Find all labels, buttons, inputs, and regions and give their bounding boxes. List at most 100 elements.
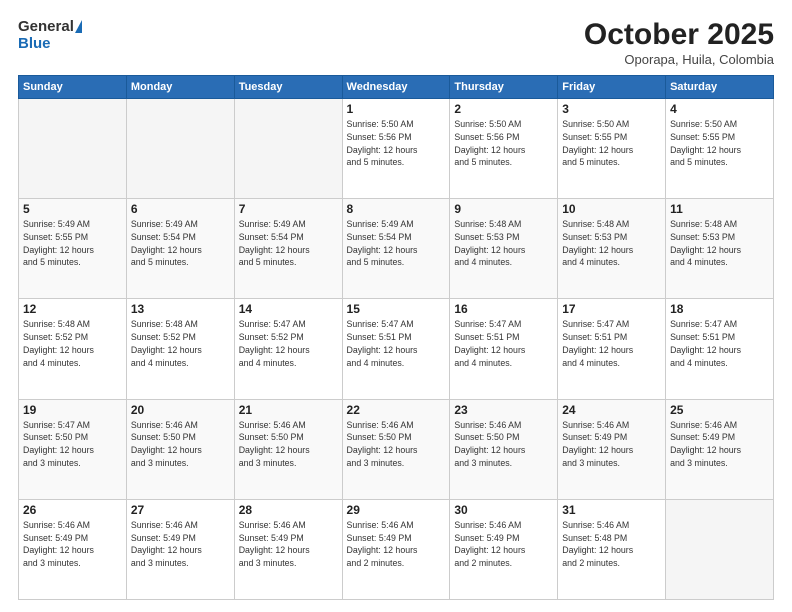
logo-triangle-icon bbox=[75, 20, 82, 33]
day-info: Sunrise: 5:50 AM Sunset: 5:56 PM Dayligh… bbox=[454, 118, 553, 169]
weekday-header-tuesday: Tuesday bbox=[234, 76, 342, 99]
day-info: Sunrise: 5:46 AM Sunset: 5:49 PM Dayligh… bbox=[239, 519, 338, 570]
day-info: Sunrise: 5:48 AM Sunset: 5:53 PM Dayligh… bbox=[670, 218, 769, 269]
day-number: 3 bbox=[562, 102, 661, 116]
calendar-cell: 12 Sunrise: 5:48 AM Sunset: 5:52 PM Dayli… bbox=[19, 299, 127, 399]
day-info: Sunrise: 5:49 AM Sunset: 5:55 PM Dayligh… bbox=[23, 218, 122, 269]
calendar-week-row: 1 Sunrise: 5:50 AM Sunset: 5:56 PM Daylig… bbox=[19, 99, 774, 199]
day-number: 6 bbox=[131, 202, 230, 216]
day-number: 11 bbox=[670, 202, 769, 216]
logo-block: General Blue bbox=[18, 18, 82, 53]
day-info: Sunrise: 5:46 AM Sunset: 5:49 PM Dayligh… bbox=[454, 519, 553, 570]
page: General Blue October 2025 Oporapa, Huila… bbox=[0, 0, 792, 612]
day-info: Sunrise: 5:47 AM Sunset: 5:51 PM Dayligh… bbox=[454, 318, 553, 369]
day-number: 31 bbox=[562, 503, 661, 517]
calendar-cell: 4Sunrise: 5:50 AM Sunset: 5:55 PM Daylig… bbox=[666, 99, 774, 199]
calendar-cell: 21 Sunrise: 5:46 AM Sunset: 5:50 PM Dayli… bbox=[234, 399, 342, 499]
day-info: Sunrise: 5:49 AM Sunset: 5:54 PM Dayligh… bbox=[239, 218, 338, 269]
calendar-cell: 30Sunrise: 5:46 AM Sunset: 5:49 PM Dayli… bbox=[450, 499, 558, 599]
day-number: 14 bbox=[239, 302, 338, 316]
calendar-cell: 19 Sunrise: 5:47 AM Sunset: 5:50 PM Dayli… bbox=[19, 399, 127, 499]
day-info: Sunrise: 5:47 AM Sunset: 5:52 PM Dayligh… bbox=[239, 318, 338, 369]
day-number: 26 bbox=[23, 503, 122, 517]
calendar-cell bbox=[666, 499, 774, 599]
day-number: 24 bbox=[562, 403, 661, 417]
calendar-cell: 22 Sunrise: 5:46 AM Sunset: 5:50 PM Dayli… bbox=[342, 399, 450, 499]
day-number: 28 bbox=[239, 503, 338, 517]
day-number: 29 bbox=[347, 503, 446, 517]
calendar-week-row: 12 Sunrise: 5:48 AM Sunset: 5:52 PM Dayli… bbox=[19, 299, 774, 399]
calendar-cell: 15Sunrise: 5:47 AM Sunset: 5:51 PM Dayli… bbox=[342, 299, 450, 399]
calendar-week-row: 5 Sunrise: 5:49 AM Sunset: 5:55 PM Daylig… bbox=[19, 199, 774, 299]
calendar-cell: 11 Sunrise: 5:48 AM Sunset: 5:53 PM Dayli… bbox=[666, 199, 774, 299]
logo: General Blue bbox=[18, 18, 82, 53]
calendar-cell: 10 Sunrise: 5:48 AM Sunset: 5:53 PM Dayli… bbox=[558, 199, 666, 299]
title-block: October 2025 Oporapa, Huila, Colombia bbox=[584, 18, 774, 67]
day-number: 22 bbox=[347, 403, 446, 417]
day-info: Sunrise: 5:46 AM Sunset: 5:48 PM Dayligh… bbox=[562, 519, 661, 570]
day-info: Sunrise: 5:48 AM Sunset: 5:52 PM Dayligh… bbox=[131, 318, 230, 369]
calendar-cell bbox=[19, 99, 127, 199]
day-number: 9 bbox=[454, 202, 553, 216]
calendar-cell: 1Sunrise: 5:50 AM Sunset: 5:56 PM Daylig… bbox=[342, 99, 450, 199]
calendar-cell: 6 Sunrise: 5:49 AM Sunset: 5:54 PM Daylig… bbox=[126, 199, 234, 299]
day-number: 21 bbox=[239, 403, 338, 417]
day-number: 10 bbox=[562, 202, 661, 216]
day-info: Sunrise: 5:46 AM Sunset: 5:49 PM Dayligh… bbox=[23, 519, 122, 570]
day-number: 20 bbox=[131, 403, 230, 417]
day-number: 8 bbox=[347, 202, 446, 216]
calendar-cell: 29 Sunrise: 5:46 AM Sunset: 5:49 PM Dayli… bbox=[342, 499, 450, 599]
weekday-header-wednesday: Wednesday bbox=[342, 76, 450, 99]
location-subtitle: Oporapa, Huila, Colombia bbox=[584, 52, 774, 67]
weekday-header-friday: Friday bbox=[558, 76, 666, 99]
calendar-cell bbox=[234, 99, 342, 199]
calendar-cell: 13 Sunrise: 5:48 AM Sunset: 5:52 PM Dayli… bbox=[126, 299, 234, 399]
weekday-header-row: SundayMondayTuesdayWednesdayThursdayFrid… bbox=[19, 76, 774, 99]
calendar-cell: 28 Sunrise: 5:46 AM Sunset: 5:49 PM Dayli… bbox=[234, 499, 342, 599]
day-number: 25 bbox=[670, 403, 769, 417]
calendar-cell: 26 Sunrise: 5:46 AM Sunset: 5:49 PM Dayli… bbox=[19, 499, 127, 599]
day-info: Sunrise: 5:47 AM Sunset: 5:50 PM Dayligh… bbox=[23, 419, 122, 470]
calendar-cell: 18Sunrise: 5:47 AM Sunset: 5:51 PM Dayli… bbox=[666, 299, 774, 399]
day-info: Sunrise: 5:47 AM Sunset: 5:51 PM Dayligh… bbox=[347, 318, 446, 369]
calendar-cell: 31 Sunrise: 5:46 AM Sunset: 5:48 PM Dayli… bbox=[558, 499, 666, 599]
day-info: Sunrise: 5:46 AM Sunset: 5:50 PM Dayligh… bbox=[239, 419, 338, 470]
calendar-cell bbox=[126, 99, 234, 199]
day-number: 16 bbox=[454, 302, 553, 316]
calendar-cell: 24 Sunrise: 5:46 AM Sunset: 5:49 PM Dayli… bbox=[558, 399, 666, 499]
day-number: 13 bbox=[131, 302, 230, 316]
day-info: Sunrise: 5:47 AM Sunset: 5:51 PM Dayligh… bbox=[562, 318, 661, 369]
calendar-cell: 23Sunrise: 5:46 AM Sunset: 5:50 PM Dayli… bbox=[450, 399, 558, 499]
day-number: 18 bbox=[670, 302, 769, 316]
day-info: Sunrise: 5:46 AM Sunset: 5:49 PM Dayligh… bbox=[562, 419, 661, 470]
day-info: Sunrise: 5:50 AM Sunset: 5:55 PM Dayligh… bbox=[562, 118, 661, 169]
day-info: Sunrise: 5:46 AM Sunset: 5:49 PM Dayligh… bbox=[347, 519, 446, 570]
weekday-header-monday: Monday bbox=[126, 76, 234, 99]
calendar-cell: 5 Sunrise: 5:49 AM Sunset: 5:55 PM Daylig… bbox=[19, 199, 127, 299]
day-number: 5 bbox=[23, 202, 122, 216]
day-info: Sunrise: 5:48 AM Sunset: 5:53 PM Dayligh… bbox=[562, 218, 661, 269]
weekday-header-saturday: Saturday bbox=[666, 76, 774, 99]
day-number: 1 bbox=[347, 102, 446, 116]
day-info: Sunrise: 5:46 AM Sunset: 5:49 PM Dayligh… bbox=[131, 519, 230, 570]
day-info: Sunrise: 5:48 AM Sunset: 5:53 PM Dayligh… bbox=[454, 218, 553, 269]
calendar-week-row: 26 Sunrise: 5:46 AM Sunset: 5:49 PM Dayli… bbox=[19, 499, 774, 599]
calendar-cell: 14 Sunrise: 5:47 AM Sunset: 5:52 PM Dayli… bbox=[234, 299, 342, 399]
calendar-week-row: 19 Sunrise: 5:47 AM Sunset: 5:50 PM Dayli… bbox=[19, 399, 774, 499]
day-info: Sunrise: 5:46 AM Sunset: 5:50 PM Dayligh… bbox=[454, 419, 553, 470]
day-info: Sunrise: 5:49 AM Sunset: 5:54 PM Dayligh… bbox=[131, 218, 230, 269]
logo-general: General bbox=[18, 18, 74, 35]
day-info: Sunrise: 5:50 AM Sunset: 5:55 PM Dayligh… bbox=[670, 118, 769, 169]
calendar-cell: 3 Sunrise: 5:50 AM Sunset: 5:55 PM Daylig… bbox=[558, 99, 666, 199]
day-info: Sunrise: 5:46 AM Sunset: 5:50 PM Dayligh… bbox=[347, 419, 446, 470]
calendar-cell: 8Sunrise: 5:49 AM Sunset: 5:54 PM Daylig… bbox=[342, 199, 450, 299]
day-number: 2 bbox=[454, 102, 553, 116]
day-info: Sunrise: 5:48 AM Sunset: 5:52 PM Dayligh… bbox=[23, 318, 122, 369]
day-number: 12 bbox=[23, 302, 122, 316]
calendar-table: SundayMondayTuesdayWednesdayThursdayFrid… bbox=[18, 75, 774, 600]
calendar-cell: 20 Sunrise: 5:46 AM Sunset: 5:50 PM Dayli… bbox=[126, 399, 234, 499]
day-number: 19 bbox=[23, 403, 122, 417]
calendar-cell: 9 Sunrise: 5:48 AM Sunset: 5:53 PM Daylig… bbox=[450, 199, 558, 299]
day-info: Sunrise: 5:46 AM Sunset: 5:50 PM Dayligh… bbox=[131, 419, 230, 470]
calendar-cell: 17Sunrise: 5:47 AM Sunset: 5:51 PM Dayli… bbox=[558, 299, 666, 399]
